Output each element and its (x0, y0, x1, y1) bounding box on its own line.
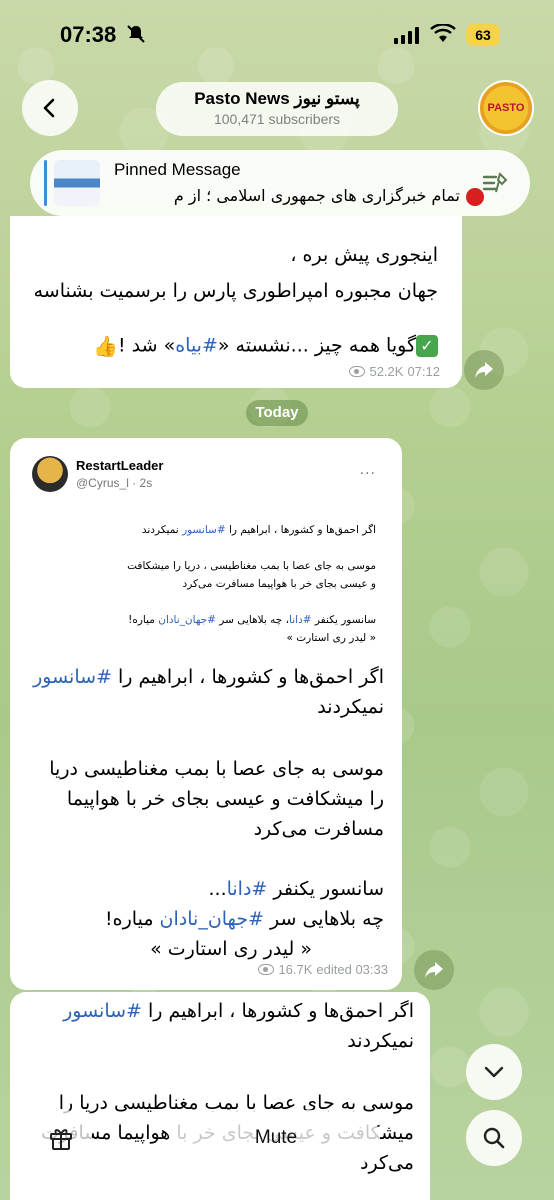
gift-icon (50, 1129, 72, 1150)
eye-icon (349, 366, 366, 377)
pinned-preview: تمام خبرگزاری های جمهوری اسلامی ؛ از م (114, 186, 484, 206)
message-text: را میشکافت و عیسی بجای خر با هواپیما (66, 788, 384, 810)
back-button[interactable] (22, 80, 78, 136)
message-text: موسی به جای عصا با بمب مغناطیسی دریا (49, 758, 384, 780)
search-button[interactable] (466, 1110, 522, 1166)
message-text: « لیدر ری استارت » (150, 938, 312, 960)
message-bubble[interactable]: اگر احمق‌ها و کشورها ، ابراهیم را #سانسو… (10, 992, 430, 1200)
share-button[interactable] (464, 350, 504, 390)
message-text: اگر احمق‌ها و کشورها ، ابراهیم را #سانسو… (63, 1000, 414, 1022)
subscriber-count: 100,471 subscribers (213, 111, 341, 127)
chevron-left-icon (43, 98, 55, 118)
tweet-text: اگر احمق‌ها و کشورها ، ابراهیم را #سانسو… (141, 524, 376, 536)
pinned-list-icon[interactable] (480, 168, 510, 198)
search-icon (483, 1127, 505, 1149)
message-text: اینجوری پیش بره ، (290, 244, 438, 266)
channel-header[interactable]: Pasto News پستو نیوز 100,471 subscribers (156, 82, 398, 136)
channel-avatar[interactable]: PASTO (478, 80, 534, 136)
wifi-icon (430, 24, 456, 42)
pinned-label: Pinned Message (114, 160, 241, 179)
tweet-handle: @Cyrus_l · 2s (76, 476, 153, 490)
scroll-down-button[interactable] (466, 1044, 522, 1100)
pinned-message-bar[interactable]: Pinned Message تمام خبرگزاری های جمهوری … (30, 150, 530, 216)
check-mark-icon: ✓ (416, 335, 438, 357)
battery-icon: 63 (466, 24, 500, 46)
edited-time: edited 03:33 (316, 962, 388, 977)
thumbs-up-icon: 👍 (93, 334, 118, 358)
more-options-icon: ... (359, 462, 376, 478)
share-button[interactable] (414, 950, 454, 990)
message-bubble[interactable]: RestartLeader @Cyrus_l · 2s ... اگر احمق… (10, 438, 402, 990)
status-bar: 07:38 63 (0, 0, 554, 72)
message-text: ✓گویا همه چیز ...نشسته «#بیاه» شد !👍 (93, 334, 438, 358)
tweet-text: موسی به جای عصا با بمب مغناطیسی ، دریا ر… (127, 560, 376, 572)
chevron-down-icon (484, 1066, 504, 1078)
message-text: نمیکردند (347, 1030, 414, 1052)
tweet-author-name: RestartLeader (76, 458, 164, 473)
hashtag-link[interactable]: #سانسور (33, 666, 112, 688)
message-text: مسافرت می‌کرد (253, 818, 384, 840)
view-count: 16.7K (278, 962, 313, 977)
status-time: 07:38 (60, 22, 117, 47)
forward-icon (425, 962, 443, 978)
message-text: سانسور یکنفر #دانا... (208, 878, 384, 900)
signal-icon (394, 26, 419, 44)
message-bubble[interactable]: اینجوری پیش بره ، جهان مجبوره امپراطوری … (10, 216, 462, 388)
message-meta: 52.2K 07:12 (349, 364, 440, 379)
tweet-text: « لیدر ری استارت » (286, 632, 376, 644)
hashtag-link[interactable]: #دانا (227, 878, 268, 900)
tweet-text: و عیسی بجای خر با هواپیما مسافرت می‌کرد (182, 578, 376, 590)
gift-button[interactable] (30, 1110, 92, 1166)
tweet-avatar (32, 456, 68, 492)
message-text: جهان مجبوره امپراطوری پارس را برسمیت بشن… (33, 280, 438, 302)
tweet-screenshot[interactable]: RestartLeader @Cyrus_l · 2s ... اگر احمق… (26, 452, 386, 682)
view-count: 52.2K (369, 364, 404, 379)
message-time: 07:12 (407, 364, 440, 379)
hashtag-link[interactable]: #جهان_نادان (160, 908, 264, 930)
message-text: اگر احمق‌ها و کشورها ، ابراهیم را #سانسو… (33, 666, 384, 688)
hashtag-link[interactable]: #سانسور (63, 1000, 142, 1022)
hashtag-link[interactable]: #بیاه (175, 335, 218, 357)
eye-icon (258, 964, 275, 975)
tweet-text: سانسور یکنفر #دانا، چه بلاهایی سر #جهان_… (128, 614, 376, 626)
forward-icon (475, 362, 493, 378)
bell-slash-icon (127, 25, 145, 43)
message-text: نمیکردند (317, 696, 384, 718)
date-separator: Today (246, 400, 308, 426)
mute-button[interactable]: Mute (172, 1110, 380, 1166)
avatar-text: PASTO (487, 102, 525, 114)
channel-title: Pasto News پستو نیوز (194, 89, 360, 108)
pinned-thumbnail (54, 160, 100, 206)
message-text: چه بلاهایی سر #جهان_نادان میاره! (105, 908, 384, 930)
message-meta: 16.7K edited 03:33 (258, 962, 388, 977)
pinned-indicator (44, 160, 47, 206)
